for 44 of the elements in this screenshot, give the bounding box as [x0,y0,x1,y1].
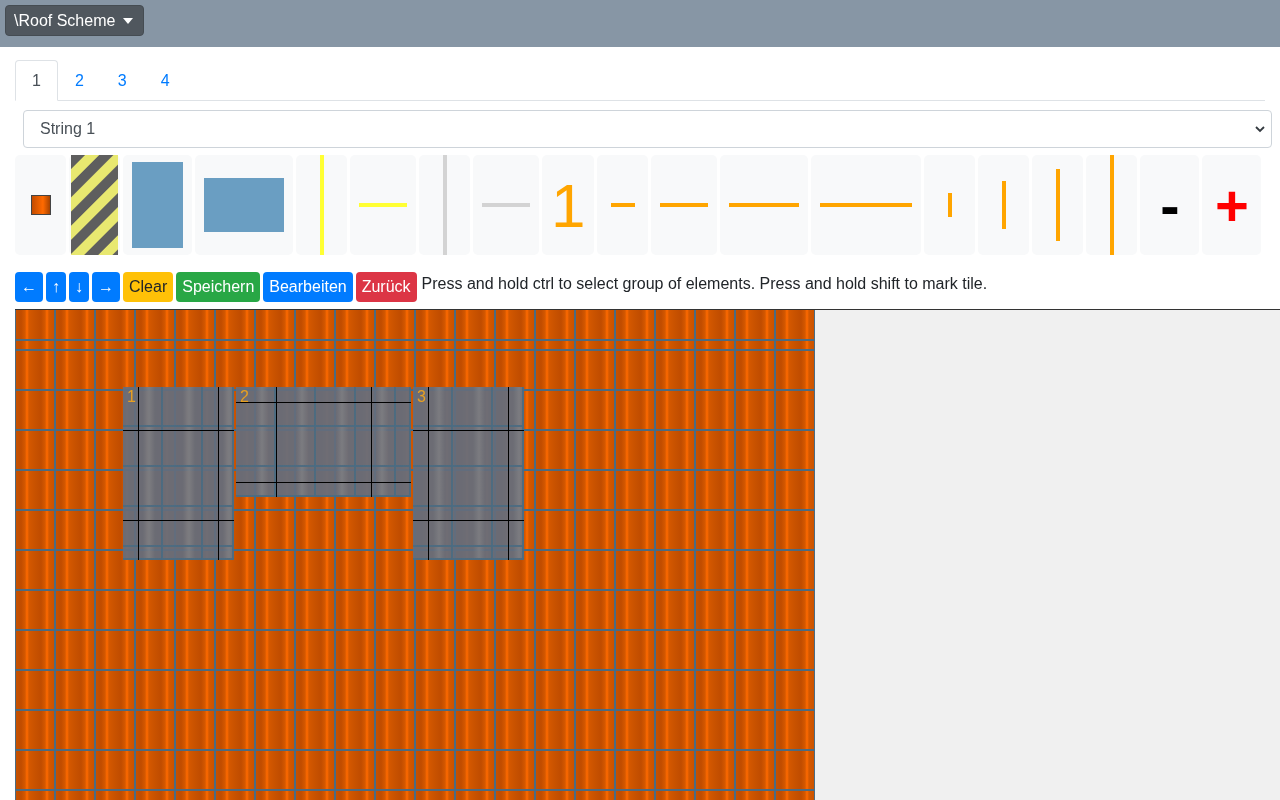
roof-tile-icon [30,195,51,215]
blocked-area-tool-button[interactable] [69,155,120,255]
caret-icon [123,17,134,24]
tab[interactable]: 3 [100,60,144,101]
tab[interactable]: 2 [57,60,101,101]
panel-number: 3 [417,388,426,406]
horizontal-line-tool-button[interactable] [350,155,416,255]
panel-number: 2 [240,388,249,406]
sign-tool-button[interactable]: - [1140,155,1200,255]
tile-tool-button[interactable] [15,155,66,255]
action-button[interactable]: Zurück [355,271,417,302]
action-button[interactable]: → [92,271,120,302]
panel-number: 1 [127,388,136,406]
solar-panel[interactable]: 1 [123,387,234,560]
string-select[interactable]: String 1 [23,110,1272,148]
vertical-line-tool-button[interactable] [924,155,976,255]
menu-button[interactable]: \Roof Scheme [5,5,145,36]
solar-panel[interactable]: 3 [413,387,524,560]
tab[interactable]: 4 [143,60,187,101]
landscape-panel-tool-button[interactable] [195,155,293,255]
vertical-line-tool-button[interactable] [978,155,1030,255]
vertical-line-tool-button[interactable] [1086,155,1138,255]
vertical-line-tool-button[interactable] [1032,155,1084,255]
action-button[interactable]: Speichern [176,271,261,302]
portrait-panel-tool-button[interactable] [123,155,192,255]
horizontal-line-tool-button[interactable] [651,155,718,255]
horizontal-line-tool-button[interactable] [473,155,539,255]
chevron-down-icon [1255,125,1265,133]
tab[interactable]: 1 [15,60,58,101]
horizontal-line-tool-button[interactable] [811,155,922,255]
horizontal-line-tool-button[interactable] [597,155,649,255]
action-button[interactable]: Bearbeiten [263,271,353,302]
panel-icon [132,162,183,248]
action-button[interactable]: ↓ [69,271,89,302]
action-button[interactable]: ← [15,271,43,302]
solar-panel[interactable]: 2 [236,387,411,497]
panel-icon [204,178,284,232]
horizontal-line-tool-button[interactable] [720,155,809,255]
action-button[interactable]: Clear [123,271,174,302]
sign-tool-button[interactable]: + [1202,155,1262,255]
hint-text: Press and hold ctrl to select group of elements. Press and hold shift to mark tile. [421,275,988,293]
hatched-area-icon [71,155,118,255]
vertical-line-tool-button[interactable] [419,155,470,255]
action-button[interactable]: ↑ [46,271,66,302]
